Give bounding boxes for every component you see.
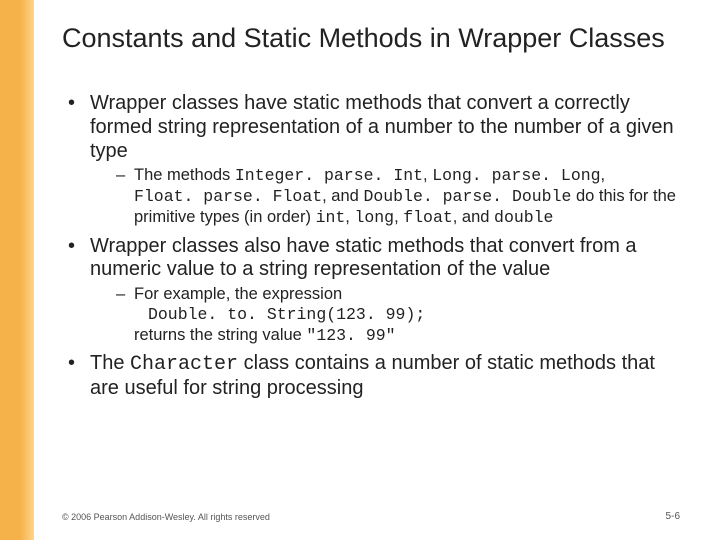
accent-band [0, 0, 34, 540]
bullet-2: Wrapper classes also have static methods… [62, 235, 680, 347]
bullet-3: The Character class contains a number of… [62, 352, 680, 400]
code-character: Character [130, 353, 238, 376]
bullet-list: Wrapper classes have static methods that… [62, 92, 680, 400]
bullet-2-sub: For example, the expression Double. to. … [90, 284, 680, 346]
code-double-parsedouble: Double. parse. Double [363, 187, 571, 206]
t: For example, the expression [134, 285, 342, 303]
code-float-parsefloat: Float. parse. Float [134, 187, 322, 206]
code-long-parselong: Long. parse. Long [432, 166, 600, 185]
bullet-1-text: Wrapper classes have static methods that… [90, 92, 674, 161]
page-number: 5-6 [666, 511, 680, 522]
code-float: float [403, 208, 453, 227]
slide-content: Constants and Static Methods in Wrapper … [62, 22, 680, 404]
bullet-1-sub: The methods Integer. parse. Int, Long. p… [90, 165, 680, 228]
bullet-2-sub-1: For example, the expression Double. to. … [90, 284, 680, 346]
bullet-2-text: Wrapper classes also have static methods… [90, 235, 637, 281]
t: , and [322, 187, 363, 205]
t: , [423, 166, 432, 184]
bullet-1-sub-1: The methods Integer. parse. Int, Long. p… [90, 165, 680, 228]
code-double: double [494, 208, 553, 227]
code-int: int [316, 208, 346, 227]
code-string-literal: "123. 99" [306, 326, 395, 345]
t: , and [453, 208, 494, 226]
code-integer-parseint: Integer. parse. Int [235, 166, 423, 185]
slide-title: Constants and Static Methods in Wrapper … [62, 22, 680, 54]
bullet-1: Wrapper classes have static methods that… [62, 92, 680, 228]
t: , [601, 166, 606, 184]
t: The methods [134, 166, 235, 184]
code-long: long [354, 208, 394, 227]
t: returns the string value [134, 326, 306, 344]
code-double-tostring: Double. to. String(123. 99); [134, 305, 425, 325]
t: The [90, 352, 130, 374]
copyright: © 2006 Pearson Addison-Wesley. All right… [62, 512, 270, 522]
t: , [394, 208, 403, 226]
